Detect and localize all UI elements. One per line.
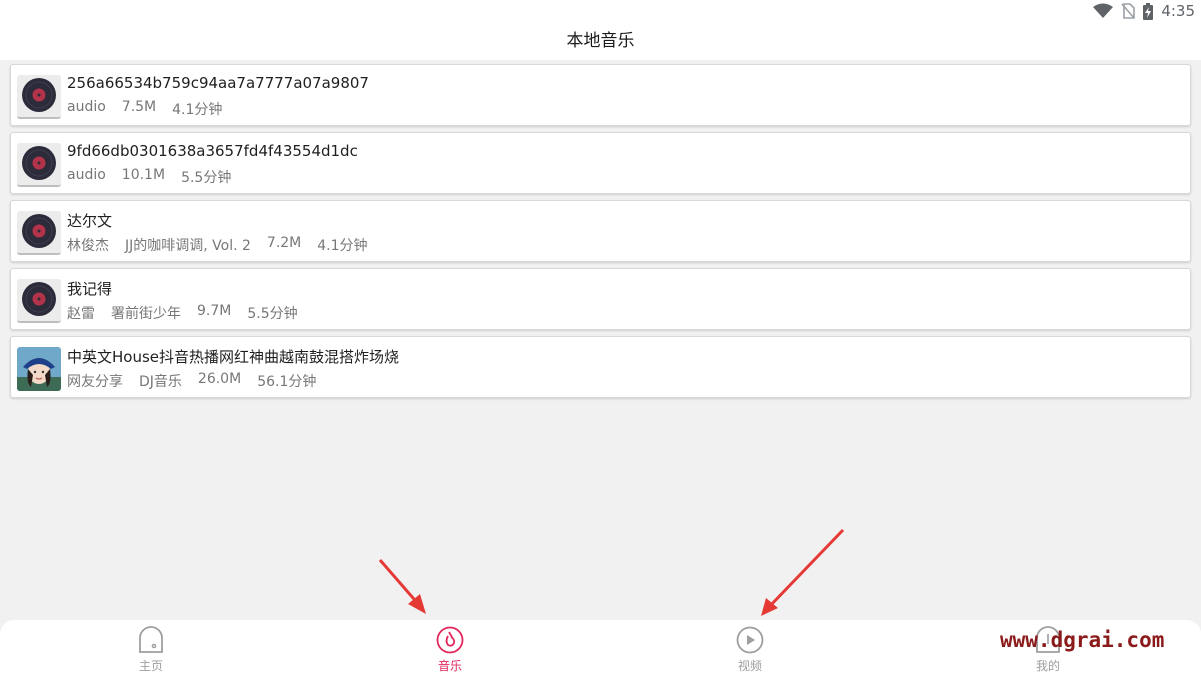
- song-item[interactable]: 达尔文 林俊杰 JJ的咖啡调调, Vol. 2 7.2M 4.1分钟: [10, 200, 1191, 262]
- page-title: 本地音乐: [566, 31, 635, 51]
- video-play-icon: [736, 624, 764, 655]
- song-size: 26.0M: [197, 371, 242, 387]
- song-title: 9fd66db0301638a3657fd4f43554d1dc: [67, 142, 358, 160]
- song-size: 7.2M: [266, 235, 302, 251]
- song-artist: 林俊杰: [67, 238, 109, 254]
- song-artist: audio: [67, 167, 106, 183]
- song-duration: 4.1分钟: [317, 238, 368, 254]
- song-title: 256a66534b759c94aa7a7777a07a9807: [67, 74, 369, 92]
- song-size: 10.1M: [121, 167, 166, 183]
- nav-mine-label: 我的: [1035, 659, 1060, 673]
- nav-video[interactable]: 视频: [710, 624, 790, 674]
- vinyl-icon: [17, 211, 61, 255]
- song-duration: 4.1分钟: [172, 102, 223, 118]
- song-item[interactable]: 我记得 赵雷 署前街少年 9.7M 5.5分钟: [10, 268, 1191, 330]
- song-size: 7.5M: [121, 99, 157, 115]
- song-artist: 赵雷: [67, 306, 95, 322]
- vinyl-icon: [17, 143, 61, 187]
- status-icons: 4:35: [1093, 1, 1195, 21]
- song-meta: audio 10.1M 5.5分钟: [67, 167, 231, 187]
- no-sim-icon: [1121, 3, 1136, 19]
- song-artist: audio: [67, 99, 106, 115]
- song-album: DJ音乐: [139, 374, 182, 390]
- music-icon: [436, 624, 464, 655]
- status-bar: 4:35: [0, 0, 1201, 22]
- song-album: JJ的咖啡调调, Vol. 2: [125, 238, 251, 254]
- nav-music-label: 音乐: [437, 659, 462, 673]
- arrow-to-video-tab: [761, 528, 845, 616]
- song-artist: 网友分享: [67, 374, 123, 390]
- song-item[interactable]: 中英文House抖音热播网红神曲越南鼓混搭炸场烧 网友分享 DJ音乐 26.0M…: [10, 336, 1191, 398]
- arrow-to-music-tab: [378, 559, 426, 614]
- watermark-text: www.dgrai.com: [1000, 628, 1165, 652]
- song-item[interactable]: 9fd66db0301638a3657fd4f43554d1dc audio 1…: [10, 132, 1191, 194]
- nav-home[interactable]: 主页: [111, 624, 191, 674]
- nav-home-label: 主页: [138, 659, 163, 673]
- song-duration: 56.1分钟: [257, 374, 317, 390]
- song-size: 9.7M: [197, 303, 232, 319]
- song-item[interactable]: 256a66534b759c94aa7a7777a07a9807 audio 7…: [10, 64, 1191, 126]
- song-meta: 林俊杰 JJ的咖啡调调, Vol. 2 7.2M 4.1分钟: [67, 235, 368, 255]
- title-bar: 本地音乐: [0, 22, 1201, 60]
- song-list: 256a66534b759c94aa7a7777a07a9807 audio 7…: [10, 64, 1191, 404]
- song-title: 达尔文: [67, 212, 113, 230]
- song-album: 署前街少年: [111, 306, 181, 322]
- battery-charging-icon: [1143, 2, 1154, 20]
- vinyl-icon: [17, 75, 61, 119]
- status-time: 4:35: [1161, 2, 1195, 20]
- nav-music[interactable]: 音乐: [410, 624, 490, 674]
- song-title: 我记得: [67, 280, 113, 298]
- wifi-icon: [1093, 3, 1114, 19]
- vinyl-icon: [17, 279, 61, 323]
- album-photo: [17, 347, 61, 391]
- song-meta: 网友分享 DJ音乐 26.0M 56.1分钟: [67, 371, 316, 391]
- home-icon: [137, 624, 165, 655]
- song-meta: 赵雷 署前街少年 9.7M 5.5分钟: [67, 303, 298, 323]
- song-title: 中英文House抖音热播网红神曲越南鼓混搭炸场烧: [67, 348, 400, 366]
- nav-video-label: 视频: [737, 659, 762, 673]
- song-meta: audio 7.5M 4.1分钟: [67, 99, 222, 119]
- song-duration: 5.5分钟: [181, 170, 232, 186]
- song-duration: 5.5分钟: [247, 306, 298, 322]
